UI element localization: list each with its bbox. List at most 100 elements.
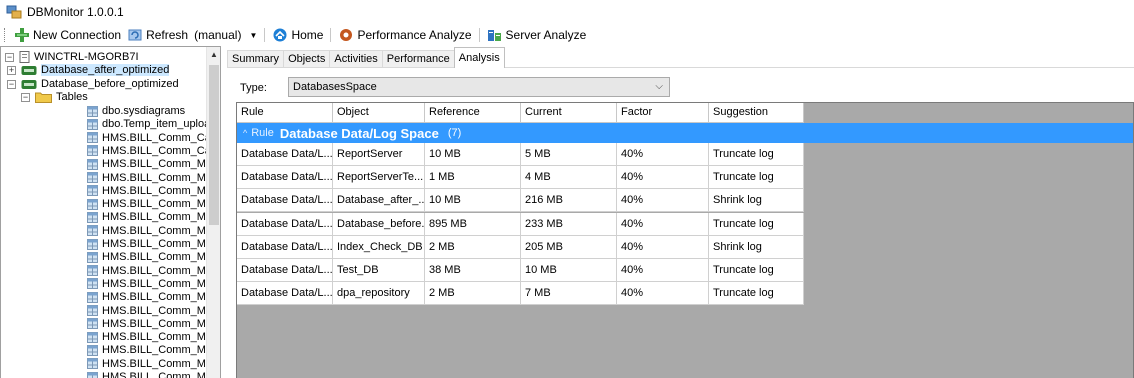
type-select[interactable]: DatabasesSpace ⌵ <box>288 77 670 97</box>
cell-object[interactable]: Test_DB <box>333 259 425 282</box>
cell-current[interactable]: 5 MB <box>521 143 617 166</box>
cell-reference[interactable]: 38 MB <box>425 259 521 282</box>
cell-object[interactable]: Database_before... <box>333 212 425 236</box>
refresh-mode-dropdown[interactable]: ▼ <box>246 26 260 44</box>
tree-node-table[interactable]: HMS.BILL_Comm_MS <box>87 305 213 317</box>
tab-performance[interactable]: Performance <box>381 50 455 68</box>
cell-suggestion[interactable]: Shrink log <box>709 189 804 213</box>
cell-reference[interactable]: 10 MB <box>425 143 521 166</box>
new-connection-button[interactable]: New Connection <box>11 26 124 44</box>
toolbar-grip[interactable] <box>4 28 7 42</box>
tree-node-table[interactable]: HMS.BILL_Comm_MS <box>87 265 213 277</box>
collapse-toggle[interactable]: − <box>7 79 16 89</box>
cell-factor[interactable]: 40% <box>617 282 709 306</box>
cell-rule[interactable]: Database Data/L... <box>237 259 333 282</box>
tree-node-table[interactable]: HMS.BILL_Comm_MS <box>87 291 213 303</box>
table-row[interactable]: Database Data/L... Database_before... 895 … <box>237 212 804 236</box>
cell-object[interactable]: ReportServer <box>333 143 425 166</box>
tab-analysis[interactable]: Analysis <box>453 47 505 68</box>
cell-suggestion[interactable]: Truncate log <box>709 212 804 236</box>
tree-node-table[interactable]: HMS.BILL_Comm_MS <box>87 238 213 250</box>
home-button[interactable]: Home <box>269 26 326 44</box>
cell-object[interactable]: ReportServerTe... <box>333 166 425 190</box>
cell-factor[interactable]: 40% <box>617 212 709 236</box>
expand-toggle[interactable]: + <box>7 65 16 75</box>
tree-node-table[interactable]: HMS.BILL_Comm_MS <box>87 172 213 184</box>
tab-summary[interactable]: Summary <box>227 50 285 68</box>
analysis-grid[interactable]: Rule Object Reference Current Factor Suggesti… <box>236 102 1134 378</box>
cell-current[interactable]: 233 MB <box>521 212 617 236</box>
tab-activities[interactable]: Activities <box>329 50 383 68</box>
performance-analyze-button[interactable]: Performance Analyze <box>335 26 474 44</box>
cell-factor[interactable]: 40% <box>617 235 709 259</box>
server-analyze-button[interactable]: Server Analyze <box>484 26 590 44</box>
column-header-reference[interactable]: Reference <box>425 103 521 123</box>
tree-node-table[interactable]: HMS.BILL_Comm_MS <box>87 331 213 343</box>
tree-node-server[interactable]: − WINCTRL-MGORB7I <box>5 51 139 63</box>
cell-current[interactable]: 10 MB <box>521 259 617 282</box>
table-row[interactable]: Database Data/L... Test_DB 38 MB 10 MB 40% Tr… <box>237 259 804 282</box>
tree-node-table[interactable]: HMS.BILL_Comm_MS <box>87 211 213 223</box>
cell-object[interactable]: Database_after_... <box>333 189 425 213</box>
tab-objects[interactable]: Objects <box>283 50 331 68</box>
group-row[interactable]: ^ Rule Database Data/Log Space (7) <box>237 123 1133 143</box>
column-header-suggestion[interactable]: Suggestion <box>709 103 804 123</box>
scroll-up-arrow-icon[interactable]: ▲ <box>210 50 218 59</box>
tree-node-table[interactable]: dbo.sysdiagrams <box>87 105 185 117</box>
tree-node-table[interactable]: HMS.BILL_Comm_MS <box>87 251 213 263</box>
cell-suggestion[interactable]: Truncate log <box>709 166 804 190</box>
tree-node-table[interactable]: HMS.BILL_Comm_MS <box>87 158 213 170</box>
cell-rule[interactable]: Database Data/L... <box>237 235 333 259</box>
cell-reference[interactable]: 2 MB <box>425 235 521 259</box>
object-explorer-tree[interactable]: − WINCTRL-MGORB7I + Database_after_optim… <box>0 46 221 378</box>
tree-node-table[interactable]: HMS.BILL_Comm_MS <box>87 344 213 356</box>
tree-node-table[interactable]: HMS.BILL_Comm_MS <box>87 198 213 210</box>
tree-node-database[interactable]: − Database_before_optimized <box>7 78 179 90</box>
tree-node-table[interactable]: dbo.Temp_item_uploac <box>87 118 216 130</box>
column-header-object[interactable]: Object <box>333 103 425 123</box>
table-row[interactable]: Database Data/L... ReportServerTe... 1 MB 4… <box>237 166 804 190</box>
cell-object[interactable]: Index_Check_DB <box>333 235 425 259</box>
cell-rule[interactable]: Database Data/L... <box>237 282 333 306</box>
cell-current[interactable]: 216 MB <box>521 189 617 213</box>
tree-node-table[interactable]: HMS.BILL_Comm_MS <box>87 318 213 330</box>
cell-reference[interactable]: 1 MB <box>425 166 521 190</box>
cell-factor[interactable]: 40% <box>617 143 709 166</box>
group-collapse-icon[interactable]: ^ <box>243 128 247 138</box>
cell-reference[interactable]: 10 MB <box>425 189 521 213</box>
tree-node-table[interactable]: HMS.BILL_Comm_Cas <box>87 132 216 144</box>
cell-suggestion[interactable]: Truncate log <box>709 143 804 166</box>
tree-node-table[interactable]: HMS.BILL_Comm_MS <box>87 185 213 197</box>
cell-factor[interactable]: 40% <box>617 259 709 282</box>
cell-current[interactable]: 205 MB <box>521 235 617 259</box>
tree-node-table[interactable]: HMS.BILL_Comm_MS <box>87 225 213 237</box>
cell-suggestion[interactable]: Shrink log <box>709 235 804 259</box>
scrollbar-thumb[interactable] <box>209 65 219 225</box>
table-row[interactable]: Database Data/L... Index_Check_DB 2 MB 205 … <box>237 235 804 259</box>
column-header-current[interactable]: Current <box>521 103 617 123</box>
cell-rule[interactable]: Database Data/L... <box>237 143 333 166</box>
tree-node-table[interactable]: HMS.BILL_Comm_MS <box>87 358 213 370</box>
collapse-toggle[interactable]: − <box>5 52 14 62</box>
tree-node-folder[interactable]: − Tables <box>21 91 88 103</box>
tree-node-table[interactable]: HMS.BILL_Comm_MS <box>87 371 213 378</box>
column-header-factor[interactable]: Factor <box>617 103 709 123</box>
table-row[interactable]: Database Data/L... dpa_repository 2 MB 7 MB… <box>237 282 804 306</box>
tree-node-database[interactable]: + Database_after_optimized <box>7 64 170 76</box>
cell-factor[interactable]: 40% <box>617 189 709 213</box>
tree-node-table[interactable]: HMS.BILL_Comm_MS <box>87 278 213 290</box>
refresh-button[interactable]: Refresh (manual) <box>124 26 244 44</box>
cell-current[interactable]: 7 MB <box>521 282 617 306</box>
cell-rule[interactable]: Database Data/L... <box>237 212 333 236</box>
column-header-rule[interactable]: Rule <box>237 103 333 123</box>
tree-scrollbar[interactable]: ▲ <box>206 47 220 378</box>
cell-reference[interactable]: 895 MB <box>425 212 521 236</box>
table-row[interactable]: Database Data/L... Database_after_... 10 M… <box>237 189 804 213</box>
cell-suggestion[interactable]: Truncate log <box>709 282 804 306</box>
table-row[interactable]: Database Data/L... ReportServer 10 MB 5 MB 4… <box>237 143 804 166</box>
cell-reference[interactable]: 2 MB <box>425 282 521 306</box>
cell-rule[interactable]: Database Data/L... <box>237 166 333 190</box>
cell-object[interactable]: dpa_repository <box>333 282 425 306</box>
cell-suggestion[interactable]: Truncate log <box>709 259 804 282</box>
cell-current[interactable]: 4 MB <box>521 166 617 190</box>
